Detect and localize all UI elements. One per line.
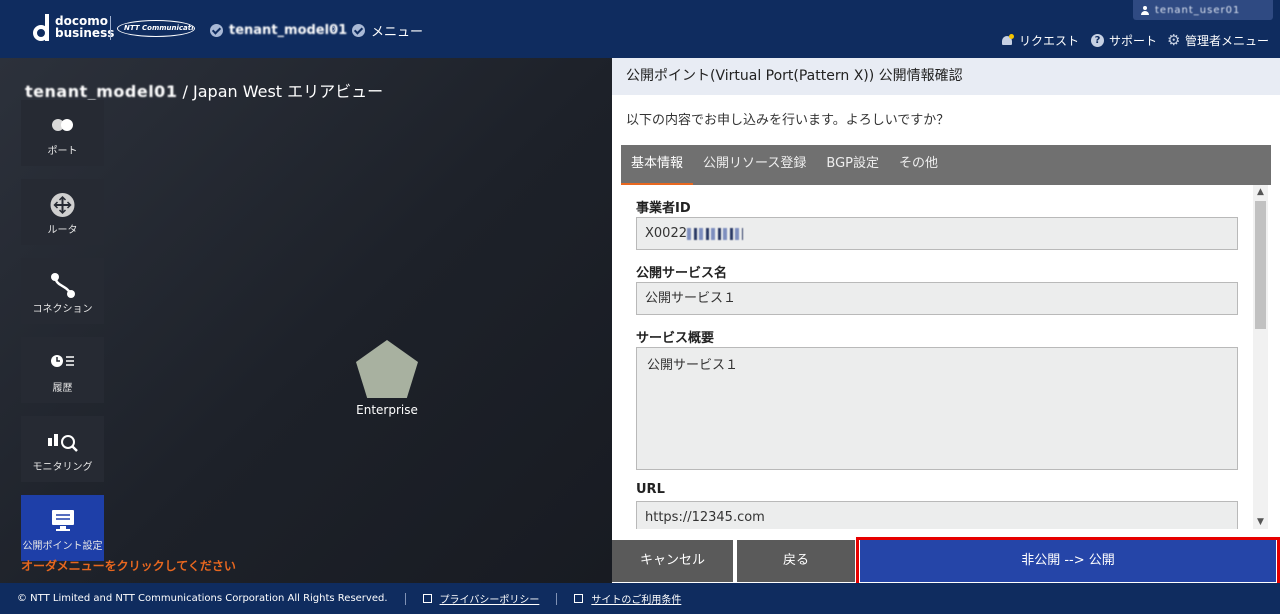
logo-line2: business: [55, 26, 115, 40]
scroll-down-icon[interactable]: ▼: [1253, 515, 1268, 529]
gear-icon: ⚙: [1167, 30, 1181, 49]
public-point-icon: [21, 509, 104, 533]
help-icon: ?: [1091, 33, 1104, 47]
business-id-field[interactable]: X0022: [636, 217, 1238, 250]
external-link-icon: [422, 594, 432, 603]
url-label: URL: [636, 482, 665, 497]
tab-other[interactable]: その他: [889, 145, 948, 185]
header: docomo business NTT Communications tenan…: [0, 0, 1280, 58]
user-account-button[interactable]: tenant_user01: [1133, 0, 1273, 20]
support-label: サポート: [1109, 33, 1158, 48]
masked-text: [687, 227, 743, 240]
footer-divider: [556, 592, 558, 605]
area-tenant-name: tenant_model01: [25, 82, 178, 101]
breadcrumb-tenant[interactable]: tenant_model01: [210, 21, 347, 39]
toolbar-connection-label: コネクション: [32, 304, 93, 315]
form-scrollbar[interactable]: ▲ ▼: [1253, 185, 1268, 529]
toolbar-history-label: 履歴: [52, 383, 73, 394]
area-title: tenant_model01 / Japan West エリアビュー: [25, 78, 383, 102]
breadcrumb-menu-label: メニュー: [371, 24, 424, 40]
footer-divider: [404, 592, 406, 605]
check-circle-icon: [210, 23, 223, 37]
toolbar-connection[interactable]: コネクション: [21, 258, 104, 324]
toolbar-router[interactable]: ルータ: [21, 179, 104, 245]
area-title-suffix: / Japan West エリアビュー: [177, 82, 384, 101]
panel-title: 公開ポイント(Virtual Port(Pattern X)) 公開情報確認: [612, 58, 1280, 95]
chevron-right-icon: ›: [331, 21, 337, 37]
admin-menu-link[interactable]: ⚙ 管理者メニュー: [1167, 31, 1269, 49]
user-name: tenant_user01: [1155, 4, 1241, 16]
toolbar-port[interactable]: ポート: [21, 100, 104, 166]
check-circle-icon: [352, 23, 365, 37]
url-field[interactable]: https://12345.com: [636, 501, 1238, 529]
docomo-d-icon: [33, 14, 52, 42]
business-id-label: 事業者ID: [636, 201, 691, 216]
logo-divider: [110, 16, 111, 40]
service-name-field[interactable]: 公開サービス１: [636, 282, 1238, 315]
form-scroll-area[interactable]: 事業者ID X0022 公開サービス名 公開サービス１ サービス概要 公開サービ…: [621, 185, 1271, 529]
request-label: リクエスト: [1019, 33, 1080, 48]
privacy-policy-label: プライバシーポリシー: [439, 595, 540, 606]
user-icon: [1141, 5, 1149, 15]
confirmation-message: 以下の内容でお申し込みを行います。よろしいですか？: [626, 113, 950, 128]
history-icon: [21, 351, 104, 375]
tab-basic-info[interactable]: 基本情報: [621, 145, 694, 185]
back-button[interactable]: 戻る: [737, 540, 855, 582]
external-link-icon: [574, 594, 584, 603]
toolbar-port-label: ポート: [47, 146, 78, 157]
scroll-up-icon[interactable]: ▲: [1253, 185, 1268, 199]
confirmation-panel: 公開ポイント(Virtual Port(Pattern X)) 公開情報確認 以…: [612, 58, 1280, 583]
tab-public-resource[interactable]: 公開リソース登録: [693, 145, 816, 185]
toolbar-monitoring-label: モニタリング: [32, 462, 93, 473]
terms-of-use-label: サイトのご利用条件: [591, 595, 682, 606]
service-overview-textarea[interactable]: 公開サービス１: [636, 347, 1238, 470]
support-link[interactable]: ? サポート: [1091, 31, 1157, 49]
copyright-text: © NTT Limited and NTT Communications Cor…: [17, 593, 388, 604]
service-overview-label: サービス概要: [636, 331, 715, 346]
breadcrumb-tenant-label: tenant_model01: [229, 22, 348, 38]
terms-of-use-link[interactable]: サイトのご利用条件: [574, 591, 681, 606]
toolbar-public-point[interactable]: 公開ポイント設定: [21, 495, 104, 561]
order-menu-hint: オーダメニューをクリックしてください: [21, 559, 236, 573]
enterprise-node-label: Enterprise: [356, 403, 418, 417]
footer: © NTT Limited and NTT Communications Cor…: [0, 583, 1280, 614]
service-name-label: 公開サービス名: [636, 266, 728, 281]
scrollbar-thumb[interactable]: [1255, 201, 1266, 329]
privacy-policy-link[interactable]: プライバシーポリシー: [422, 591, 540, 606]
toolbar-router-label: ルータ: [47, 225, 78, 236]
ntt-communications-logo: NTT Communications: [117, 20, 195, 37]
toolbar-history[interactable]: 履歴: [21, 337, 104, 403]
highlight-box: [856, 537, 1280, 587]
breadcrumb-menu[interactable]: メニュー: [352, 21, 424, 40]
request-link[interactable]: リクエスト: [1001, 31, 1079, 49]
admin-menu-label: 管理者メニュー: [1185, 33, 1270, 48]
cancel-button[interactable]: キャンセル: [612, 540, 733, 582]
tab-bar: 基本情報 公開リソース登録 BGP設定 その他: [621, 145, 1271, 185]
docomo-business-logo[interactable]: docomo business: [33, 14, 114, 44]
port-icon: [21, 114, 104, 138]
router-icon: [21, 193, 104, 217]
business-id-value: X0022: [645, 226, 687, 241]
bell-icon: [1001, 33, 1014, 47]
tab-bgp-settings[interactable]: BGP設定: [816, 145, 889, 185]
monitoring-icon: [21, 430, 104, 454]
toolbar-monitoring[interactable]: モニタリング: [21, 416, 104, 482]
connection-icon: [21, 272, 104, 298]
toolbar-public-point-label: 公開ポイント設定: [22, 541, 103, 552]
